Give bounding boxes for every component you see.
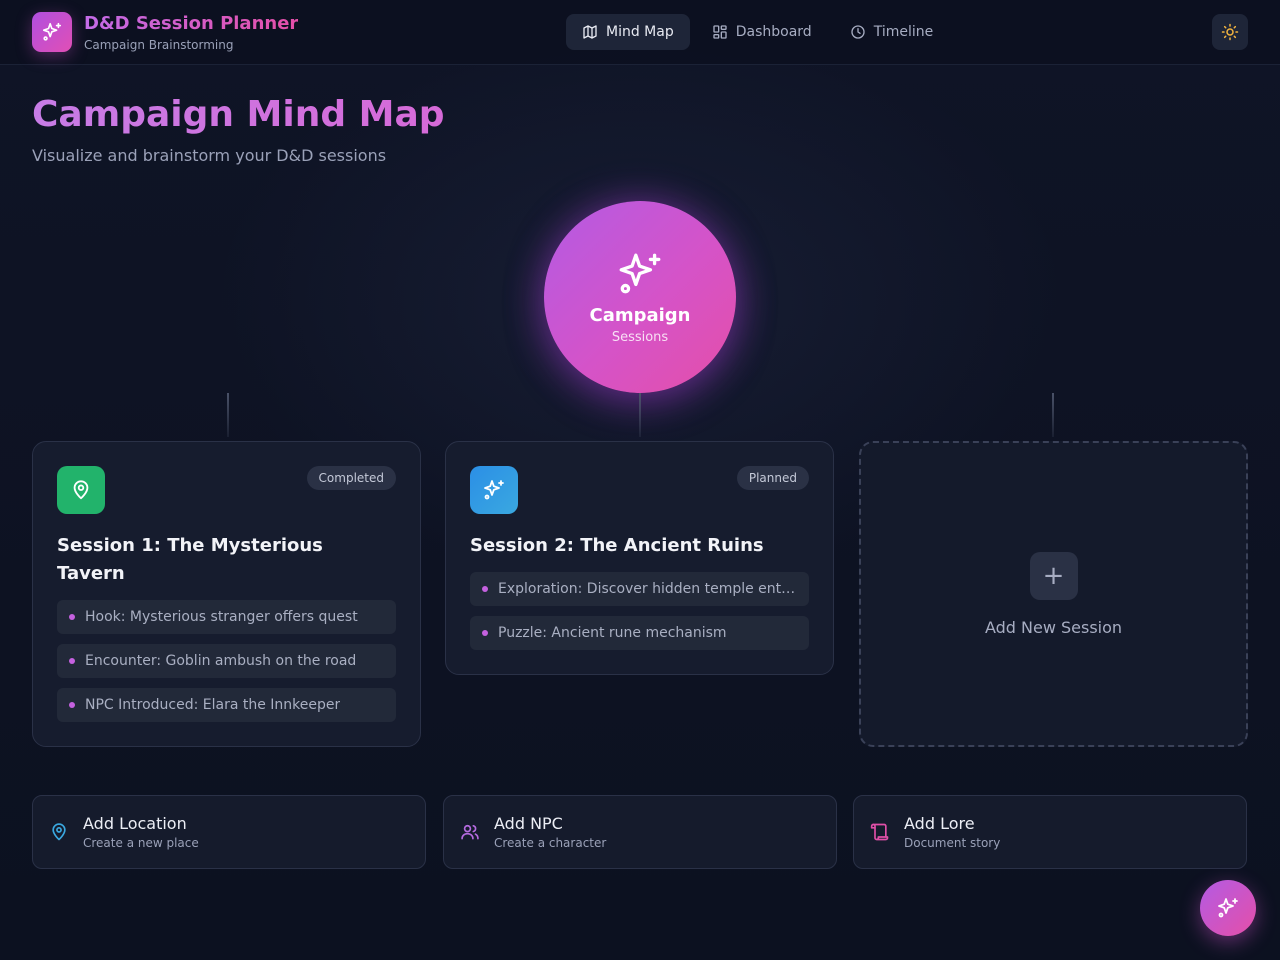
event-text: Hook: Mysterious stranger offers quest: [85, 609, 358, 625]
plus-icon: +: [1029, 551, 1078, 600]
connector-line: [227, 393, 229, 437]
session-event-item[interactable]: Hook: Mysterious stranger offers quest: [57, 600, 396, 634]
app-title: D&D Session Planner: [84, 13, 299, 34]
session-event-item[interactable]: Exploration: Discover hidden temple entr…: [470, 572, 809, 606]
session-icon-badge: [57, 466, 105, 514]
sparkles-icon: [42, 22, 62, 41]
center-node-title: Campaign: [589, 305, 691, 326]
app-subtitle: Campaign Brainstorming: [84, 38, 234, 52]
bullet-dot: [69, 702, 75, 708]
session-events: Hook: Mysterious stranger offers quest E…: [57, 600, 396, 722]
event-text: Exploration: Discover hidden temple entr…: [498, 581, 797, 597]
session-event-item[interactable]: Puzzle: Ancient rune mechanism: [470, 616, 809, 650]
sparkles-icon: [1218, 898, 1238, 918]
status-badge: Planned: [736, 466, 809, 490]
add-session-label: Add New Session: [984, 617, 1123, 637]
action-title: Add Lore: [904, 814, 975, 833]
nav-mind-map[interactable]: Mind Map: [566, 14, 690, 50]
sun-icon: [1221, 23, 1239, 41]
action-subtitle: Create a character: [494, 836, 607, 850]
add-lore-button[interactable]: Add Lore Document story: [853, 795, 1247, 869]
session-card[interactable]: Planned Session 2: The Ancient Ruins Exp…: [445, 441, 834, 675]
ai-assist-fab-button[interactable]: [1200, 880, 1256, 936]
add-location-button[interactable]: Add Location Create a new place: [32, 795, 426, 869]
nav-mind-map-label: Mind Map: [606, 24, 674, 40]
event-text: Puzzle: Ancient rune mechanism: [498, 625, 727, 641]
nav-dashboard-label: Dashboard: [735, 24, 812, 40]
bullet-dot: [482, 586, 488, 592]
main-nav: Mind Map Dashboard Timeline: [566, 14, 949, 50]
action-subtitle: Create a new place: [83, 836, 199, 850]
nav-timeline[interactable]: Timeline: [834, 14, 950, 50]
center-node-subtitle: Sessions: [611, 330, 669, 345]
clock-icon: [851, 25, 865, 39]
action-title: Add Location: [83, 814, 187, 833]
session-title: Session 2: The Ancient Ruins: [470, 535, 764, 556]
sparkles-icon: [484, 480, 504, 500]
map-icon: [583, 25, 597, 39]
action-text: Add Lore Document story: [904, 814, 1000, 850]
add-npc-button[interactable]: Add NPC Create a character: [443, 795, 837, 869]
event-text: Encounter: Goblin ambush on the road: [85, 653, 357, 669]
page-subtitle: Visualize and brainstorm your D&D sessio…: [32, 146, 387, 165]
users-icon: [461, 824, 479, 840]
map-pin-icon: [73, 480, 89, 500]
theme-toggle-button[interactable]: [1212, 14, 1248, 50]
app-logo[interactable]: [32, 12, 72, 52]
action-subtitle: Document story: [904, 836, 1001, 850]
action-text: Add Location Create a new place: [83, 814, 199, 850]
map-pin-icon: [52, 823, 66, 841]
dashboard-icon: [713, 25, 727, 39]
campaign-center-node[interactable]: Campaign Sessions: [544, 201, 736, 393]
add-session-button[interactable]: + Add New Session: [859, 441, 1248, 747]
session-event-item[interactable]: Encounter: Goblin ambush on the road: [57, 644, 396, 678]
session-card[interactable]: Completed Session 1: The Mysterious Tave…: [32, 441, 421, 747]
session-icon-badge: [470, 466, 518, 514]
connector-line: [639, 393, 641, 437]
page-title: Campaign Mind Map: [32, 94, 445, 135]
action-title: Add NPC: [494, 814, 563, 833]
bullet-dot: [69, 658, 75, 664]
nav-timeline-label: Timeline: [873, 24, 934, 40]
connector-line: [1052, 393, 1054, 437]
scroll-icon: [870, 823, 889, 841]
status-badge: Completed: [306, 466, 396, 490]
bullet-dot: [69, 614, 75, 620]
event-text: NPC Introduced: Elara the Innkeeper: [85, 697, 341, 713]
top-bar: D&D Session Planner Campaign Brainstormi…: [0, 0, 1280, 65]
bullet-dot: [482, 630, 488, 636]
session-events: Exploration: Discover hidden temple entr…: [470, 572, 809, 650]
sparkles-icon: [619, 253, 661, 294]
session-title: Session 1: The Mysterious Tavern: [57, 535, 323, 584]
session-event-item[interactable]: NPC Introduced: Elara the Innkeeper: [57, 688, 396, 722]
action-text: Add NPC Create a character: [494, 814, 606, 850]
nav-dashboard[interactable]: Dashboard: [696, 14, 828, 50]
